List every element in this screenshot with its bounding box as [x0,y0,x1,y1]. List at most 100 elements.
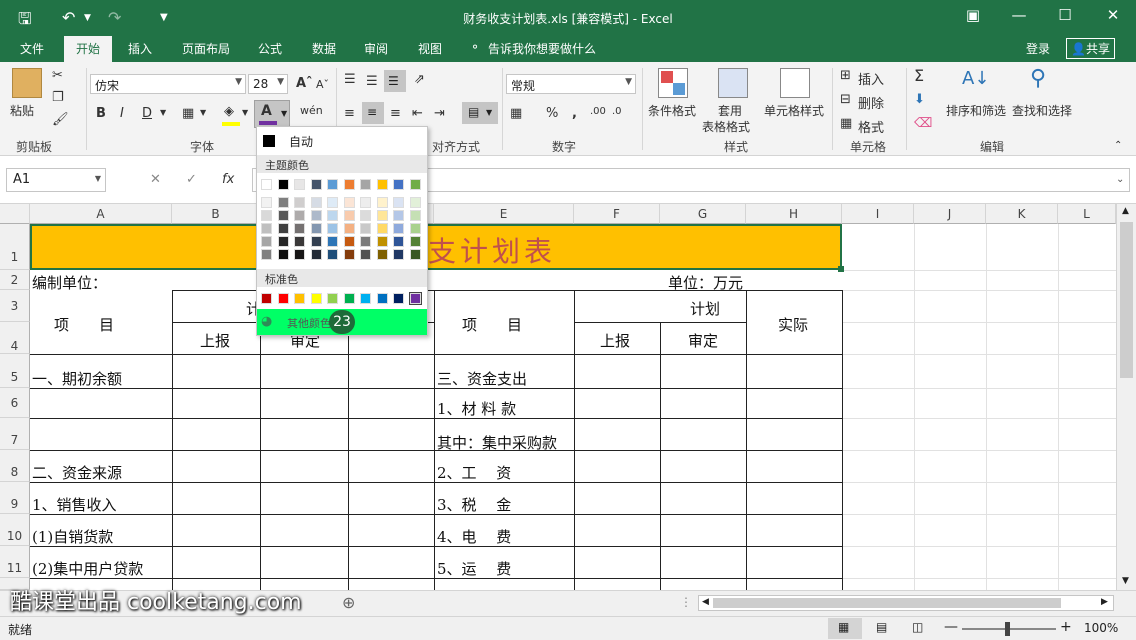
paste-label[interactable]: 粘贴 [10,102,34,119]
theme-tint-swatch[interactable] [360,223,371,234]
theme-tint-swatch[interactable] [393,236,404,247]
column-header[interactable]: E [434,204,574,224]
column-header[interactable]: L [1058,204,1116,224]
format-painter-icon[interactable]: 🖌 [52,112,69,127]
copy-icon[interactable]: ❐ [52,90,64,105]
zoom-slider-thumb[interactable] [1005,622,1010,636]
scroll-thumb[interactable] [1120,222,1133,378]
auto-color-label[interactable]: 自动 [289,133,313,150]
insert-cells-icon[interactable]: ⊞ [840,68,851,83]
theme-color-swatch[interactable] [343,179,355,190]
theme-tint-swatch[interactable] [376,249,388,260]
standard-color-swatch[interactable] [360,293,371,304]
theme-color-swatch[interactable] [393,179,404,190]
font-name-combo[interactable]: 仿宋 ▼ [90,74,246,94]
theme-tint-swatch[interactable] [409,223,421,234]
column-header[interactable]: G [660,204,746,224]
theme-tint-swatch[interactable] [393,249,404,260]
more-colors-item[interactable]: ◕ 其他颜色... 23 [257,309,427,335]
theme-tint-swatch[interactable] [343,249,355,260]
align-left-icon[interactable]: ≡ [344,106,355,121]
merge-center-button[interactable]: ▤ ▼ [462,102,498,124]
theme-tint-swatch[interactable] [294,197,305,208]
title-cell[interactable]: 支计划表 [30,224,842,270]
row-header[interactable]: 7 [0,418,30,450]
find-select-label[interactable]: 查找和选择 [1012,102,1072,119]
theme-color-swatch[interactable] [360,179,371,190]
column-header[interactable]: K [986,204,1058,224]
theme-tint-swatch[interactable] [360,249,371,260]
row-header[interactable]: 6 [0,388,30,418]
enter-icon[interactable]: ✓ [186,172,197,187]
tab-scroll-menu-icon[interactable]: ⋮ [680,595,692,609]
theme-tint-swatch[interactable] [327,223,338,234]
chevron-down-icon[interactable]: ▼ [242,108,248,117]
phonetic-icon[interactable]: wén [300,104,323,117]
column-header[interactable]: A [30,204,172,224]
grow-font-icon[interactable]: Aˆ [296,76,313,91]
tab-home[interactable]: 开始 [64,36,113,62]
scroll-right-icon[interactable]: ▶ [1101,597,1108,607]
share-button[interactable]: 👤共享 [1066,38,1115,59]
name-box[interactable]: A1 ▼ [6,168,106,192]
theme-tint-swatch[interactable] [327,210,338,221]
theme-tint-swatch[interactable] [277,249,289,260]
format-as-table-label-1[interactable]: 套用 [718,102,742,119]
theme-tint-swatch[interactable] [277,197,289,208]
theme-tint-swatch[interactable] [409,210,421,221]
auto-color-swatch[interactable] [263,135,275,147]
font-size-combo[interactable]: 28 ▼ [248,74,288,94]
theme-color-swatch[interactable] [376,179,388,190]
minimize-button[interactable]: — [1004,6,1034,24]
scroll-down-icon[interactable]: ▼ [1122,576,1129,586]
row-header[interactable]: 1 [0,224,30,270]
conditional-format-label[interactable]: 条件格式 [648,102,696,119]
format-as-table-label-2[interactable]: 表格格式 [702,118,750,135]
standard-color-swatch[interactable] [310,293,322,304]
chevron-down-icon[interactable]: ▼ [160,108,166,117]
conditional-format-icon[interactable] [658,68,688,98]
row-header[interactable]: 2 [0,270,30,290]
clear-icon[interactable]: ⌫ [914,116,932,131]
add-sheet-icon[interactable]: ⊕ [342,593,355,612]
standard-color-swatch[interactable] [261,293,272,304]
theme-tint-swatch[interactable] [261,236,272,247]
align-center-button[interactable]: ≡ [362,102,384,124]
page-layout-view-icon[interactable]: ▤ [876,620,887,634]
page-break-view-icon[interactable]: ◫ [912,620,923,634]
horizontal-scrollbar[interactable]: ◀ ▶ [698,595,1114,611]
row-header[interactable]: 10 [0,514,30,546]
delete-cells-icon[interactable]: ⊟ [840,92,851,107]
theme-tint-swatch[interactable] [261,223,272,234]
login-link[interactable]: 登录 [1026,40,1050,57]
sort-filter-label[interactable]: 排序和筛选 [946,102,1006,119]
row-header[interactable]: 8 [0,450,30,482]
theme-tint-swatch[interactable] [261,249,272,260]
theme-tint-swatch[interactable] [261,210,272,221]
zoom-in-icon[interactable]: + [1060,619,1072,635]
decrease-decimal-icon[interactable]: .0 [612,106,622,117]
column-header[interactable]: J [914,204,986,224]
column-header[interactable]: H [746,204,842,224]
shrink-font-icon[interactable]: Aˇ [316,78,329,91]
tell-me-box[interactable]: 告诉我你想要做什么 [488,40,596,57]
percent-icon[interactable]: % [546,106,558,121]
align-top-icon[interactable]: ☰ [344,72,356,87]
vertical-scrollbar[interactable]: ▲ ▼ [1116,204,1136,590]
standard-color-swatch[interactable] [408,292,422,305]
insert-function-icon[interactable]: fx [222,172,234,187]
standard-color-swatch[interactable] [277,293,289,304]
cell-styles-icon[interactable] [780,68,810,98]
cancel-icon[interactable]: ✕ [150,172,161,187]
row-header[interactable]: 5 [0,354,30,388]
normal-view-button[interactable]: ▦ [828,618,862,639]
theme-tint-swatch[interactable] [343,210,355,221]
sort-filter-icon[interactable]: A↓ [962,68,989,89]
theme-tint-swatch[interactable] [409,197,421,208]
theme-tint-swatch[interactable] [376,210,388,221]
theme-tint-swatch[interactable] [393,210,404,221]
cut-icon[interactable]: ✂ [52,68,63,83]
select-all-corner[interactable] [0,204,30,224]
maximize-button[interactable]: ☐ [1050,6,1080,24]
expand-formula-icon[interactable]: ⌄ [1116,174,1124,185]
